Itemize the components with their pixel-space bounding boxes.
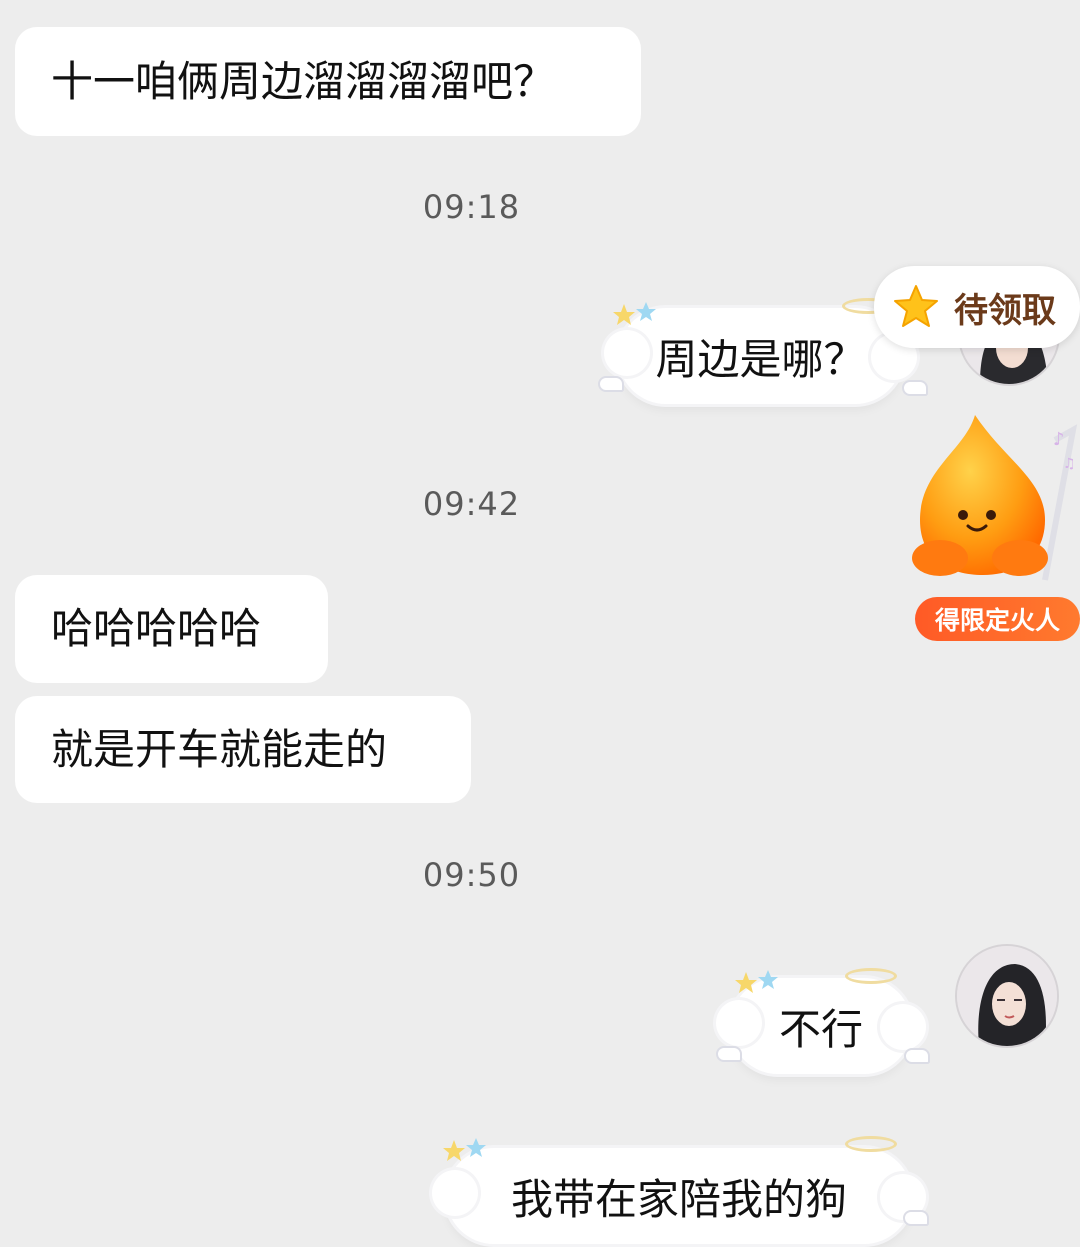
svg-text:♫: ♫	[1063, 456, 1076, 472]
message-text: 我带在家陪我的狗	[510, 1174, 847, 1224]
timestamp: 09:42	[422, 485, 521, 523]
wing-decoration	[716, 1046, 742, 1062]
avatar-portrait-icon	[957, 946, 1057, 1046]
message-bubble-left[interactable]: 就是开车就能走的	[15, 696, 471, 803]
message-text: 就是开车就能走的	[51, 724, 388, 774]
wing-decoration	[904, 1048, 930, 1064]
message-bubble-left[interactable]: 十一咱俩周边溜溜溜溜吧？	[15, 27, 641, 136]
message-text: 十一咱俩周边溜溜溜溜吧？	[51, 56, 556, 106]
limited-label: 得限定火人	[934, 606, 1060, 635]
halo-decoration	[845, 1136, 897, 1152]
wing-decoration	[902, 380, 928, 396]
halo-decoration	[845, 968, 897, 984]
message-text: 周边是哪？	[655, 334, 866, 384]
svg-text:♪: ♪	[1053, 429, 1065, 450]
star-decoration-icon	[613, 302, 656, 325]
avatar[interactable]	[955, 944, 1059, 1048]
message-text: 哈哈哈哈哈	[51, 604, 262, 653]
message-text: 不行	[778, 1004, 863, 1054]
timestamp: 09:18	[422, 188, 521, 226]
timestamp: 09:50	[422, 856, 521, 894]
message-bubble-right[interactable]: 周边是哪？	[604, 308, 917, 404]
message-bubble-left[interactable]: 哈哈哈哈哈	[15, 575, 328, 683]
pending-label: 待领取	[954, 290, 1056, 331]
wing-decoration	[903, 1210, 929, 1226]
wing-decoration	[598, 376, 624, 392]
message-bubble-right[interactable]: 我带在家陪我的狗	[432, 1148, 926, 1244]
limited-reward-button[interactable]: 得限定火人	[915, 597, 1080, 641]
star-decoration-icon	[735, 970, 778, 993]
star-decoration-icon	[443, 1138, 486, 1161]
star-icon	[894, 285, 938, 327]
pending-reward-button[interactable]: 待领取	[874, 266, 1080, 348]
